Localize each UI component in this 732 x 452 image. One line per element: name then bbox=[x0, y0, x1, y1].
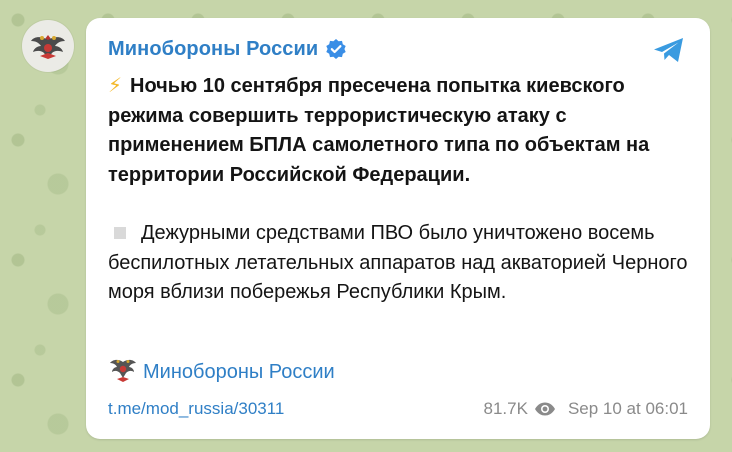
channel-name[interactable]: Минобороны России bbox=[108, 38, 318, 61]
views-count: 81.7K bbox=[483, 399, 528, 418]
message-body-paragraph: Дежурными средствами ПВО было уничтожено… bbox=[108, 219, 692, 308]
telegram-share-icon[interactable] bbox=[650, 34, 688, 66]
channel-avatar[interactable] bbox=[22, 20, 74, 72]
message-meta: 81.7K Sep 10 at 06:01 bbox=[484, 399, 688, 419]
signature-row: Минобороны России bbox=[108, 358, 335, 386]
verified-badge-icon bbox=[325, 38, 347, 60]
message-text: ⚡ Ночью 10 сентября пресечена попытка кие… bbox=[108, 72, 692, 308]
emblem-icon bbox=[31, 35, 65, 59]
post-date: Sep 10 at 06:01 bbox=[567, 399, 688, 418]
emblem-icon bbox=[108, 358, 138, 386]
post-link[interactable]: t.me/mod_russia/30311 bbox=[108, 399, 284, 419]
eye-icon bbox=[534, 401, 556, 417]
lightning-emoji-icon: ⚡ bbox=[108, 75, 123, 97]
message-headline-paragraph: ⚡ Ночью 10 сентября пресечена попытка кие… bbox=[108, 72, 692, 190]
square-emoji-icon bbox=[114, 227, 126, 239]
channel-header: Минобороны России bbox=[108, 36, 347, 62]
message-body: Дежурными средствами ПВО было уничтожено… bbox=[108, 222, 688, 303]
message-footer: t.me/mod_russia/30311 81.7K Sep 10 at 06… bbox=[108, 398, 688, 420]
message-card: Минобороны России ⚡ Ночью 10 сентября пре… bbox=[86, 18, 710, 439]
message-headline: Ночью 10 сентября пресечена попытка киев… bbox=[108, 75, 650, 186]
signature-link[interactable]: Минобороны России bbox=[143, 361, 335, 384]
